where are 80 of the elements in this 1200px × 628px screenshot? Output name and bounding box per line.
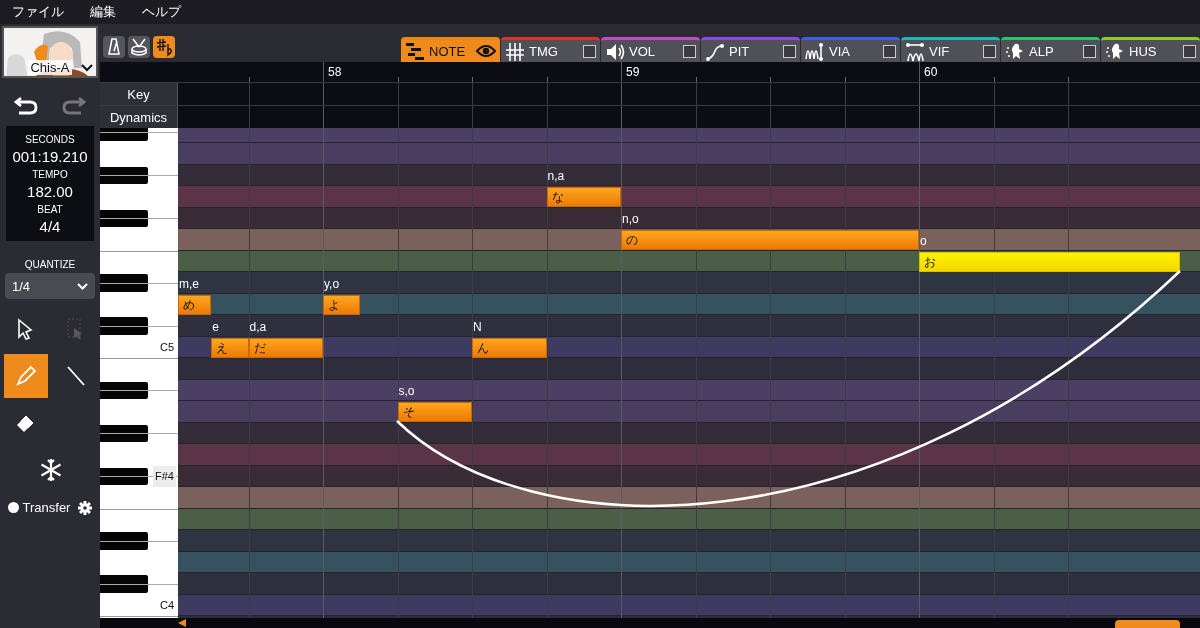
tab-checkbox[interactable] <box>883 44 896 58</box>
timing-icon <box>505 40 525 62</box>
note-block[interactable]: の <box>621 230 919 250</box>
wave-icon <box>805 40 825 62</box>
note-block[interactable]: お <box>919 251 1180 272</box>
note-block[interactable]: そ <box>397 402 472 422</box>
transfer-label: Transfer <box>22 500 71 515</box>
track-label: Dynamics <box>100 106 178 128</box>
sharp-key[interactable] <box>100 467 148 485</box>
phoneme-label: e <box>212 319 219 334</box>
mode-tab[interactable]: VOL <box>601 37 700 62</box>
transfer-radio[interactable] <box>7 502 19 513</box>
note-block[interactable]: よ <box>323 294 361 315</box>
key-label: C5 <box>158 339 175 355</box>
tab-checkbox[interactable] <box>783 44 796 58</box>
chevron-icon <box>77 282 88 290</box>
undo-button[interactable] <box>13 94 39 116</box>
sharp-key[interactable] <box>100 381 148 399</box>
info-value: 001:19.210 <box>12 148 88 165</box>
mode-tab[interactable]: VIA <box>801 37 900 62</box>
metronome-toggle[interactable] <box>103 36 125 58</box>
info-value: 4/4 <box>39 218 61 235</box>
note-block[interactable]: め <box>178 294 212 315</box>
snowflake-icon <box>38 457 64 483</box>
tab-checkbox[interactable] <box>583 44 596 58</box>
sharp-key[interactable] <box>100 575 148 593</box>
info-label: BEAT <box>37 204 63 215</box>
tab-checkbox[interactable] <box>1183 44 1196 58</box>
mode-tab[interactable]: TMG <box>501 37 600 62</box>
measure-number: 60 <box>924 65 938 79</box>
tab-checkbox[interactable] <box>1083 44 1096 58</box>
phoneme-label: n,o <box>622 212 639 226</box>
note-block[interactable]: な <box>546 187 621 207</box>
measure-number: 59 <box>626 65 640 79</box>
mode-tab[interactable]: NOTE <box>401 37 500 62</box>
piano-keyboard[interactable]: C5 F#4 C4 <box>100 128 178 618</box>
phoneme-label: s,o <box>398 384 415 398</box>
quantize-label: QUANTIZE <box>24 259 76 270</box>
phoneme-label: d,a <box>249 319 267 334</box>
quantize-select[interactable]: 1/4 <box>5 273 95 299</box>
menu-item[interactable]: ファイル <box>12 3 64 21</box>
sharp-key[interactable] <box>100 166 148 184</box>
tab-checkbox[interactable] <box>683 44 696 58</box>
chevron-icon <box>81 64 93 72</box>
note-block[interactable]: ん <box>472 337 547 358</box>
mode-tab[interactable]: ALP <box>1001 37 1100 62</box>
sharp-key[interactable] <box>100 424 148 442</box>
sharp-flat-toggle[interactable] <box>153 36 175 58</box>
mode-tab[interactable]: HUS <box>1101 37 1200 62</box>
scrollbar-thumb[interactable] <box>1115 620 1180 628</box>
track-label: Key <box>100 83 178 105</box>
sharp-key[interactable] <box>100 317 148 335</box>
vibrato-icon <box>905 40 925 62</box>
settings-icon[interactable] <box>78 500 93 515</box>
piano-roll-icon <box>405 40 425 62</box>
mode-tab[interactable]: VIF <box>901 37 1000 62</box>
sharp-key[interactable] <box>100 274 148 292</box>
mode-tab[interactable]: PIT <box>701 37 800 62</box>
voice-selector[interactable]: Chis-A <box>2 26 98 78</box>
tab-checkbox[interactable] <box>983 44 996 58</box>
sharp-key[interactable] <box>100 209 148 227</box>
sharp-key[interactable] <box>100 532 148 550</box>
pencil-icon <box>13 363 39 389</box>
info-label: TEMPO <box>32 169 68 180</box>
note-grid[interactable]: m,e め e え d,a だ y,o よ s,o そ N ん n,a な n,o の o お <box>178 128 1200 618</box>
menu-item[interactable]: ヘルプ <box>142 3 181 21</box>
note-block[interactable]: え <box>211 337 249 358</box>
phoneme-label: m,e <box>179 276 199 291</box>
phoneme-label: N <box>473 319 482 334</box>
menu-item[interactable]: 編集 <box>90 3 116 21</box>
phoneme-label: y,o <box>324 276 340 291</box>
key-label: F#4 <box>153 465 176 487</box>
info-label: SECONDS <box>25 134 75 145</box>
info-value: 182.00 <box>27 183 73 200</box>
eye-icon[interactable] <box>476 44 496 58</box>
measure-number: 58 <box>328 65 342 79</box>
key-label: C4 <box>158 597 175 613</box>
phoneme-label: o <box>920 233 927 248</box>
drum-toggle[interactable] <box>128 36 150 58</box>
phoneme-label: n,a <box>547 169 565 183</box>
